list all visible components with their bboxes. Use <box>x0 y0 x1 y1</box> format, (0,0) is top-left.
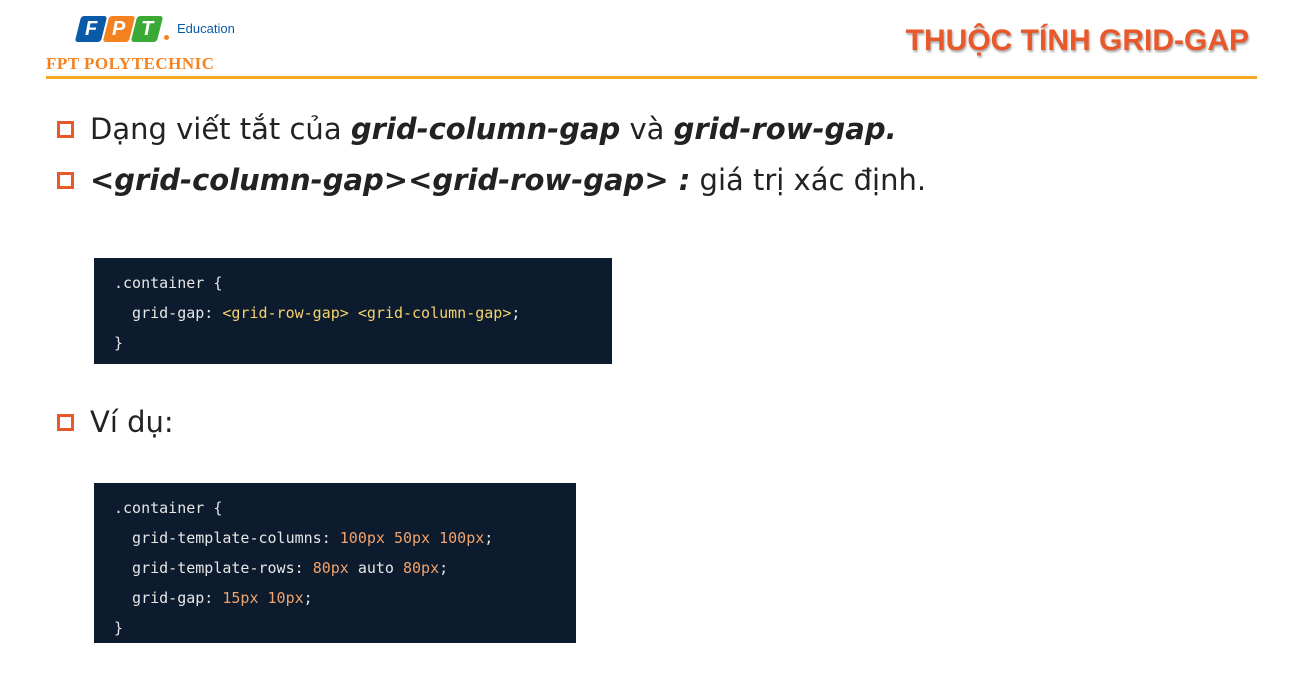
logo-dot <box>164 35 169 40</box>
bullet-shorthand: Dạng viết tắt của grid-column-gap và gri… <box>57 112 897 146</box>
fpt-letter-tiles: F P T Education <box>74 16 235 42</box>
code-line: grid-template-rows: 80px auto 80px; <box>114 559 449 577</box>
logo-tile-t: T <box>130 16 164 42</box>
code-line: } <box>114 334 124 352</box>
bullet-example: Ví dụ: <box>57 405 174 439</box>
code-line: grid-template-columns: 100px 50px 100px; <box>114 529 494 547</box>
logo-tile-f: F <box>74 16 108 42</box>
code-line: } <box>114 619 124 637</box>
bullet-text: Dạng viết tắt của grid-column-gap và gri… <box>90 112 897 146</box>
logo-education-text: Education <box>177 21 235 36</box>
code-line: grid-gap: 15px 10px; <box>114 589 313 607</box>
checkbox-bullet-icon <box>57 171 74 189</box>
fpt-logo: F P T Education FPT POLYTECHNIC <box>46 12 286 74</box>
checkbox-bullet-icon <box>57 413 74 431</box>
logo-polytechnic-text: FPT POLYTECHNIC <box>46 54 215 73</box>
bullet-syntax: <grid-column-gap><grid-row-gap> : giá tr… <box>57 163 926 197</box>
bullet-text: Ví dụ: <box>90 405 174 439</box>
logo-tile-p: P <box>102 16 136 42</box>
code-block-syntax: .container { grid-gap: <grid-row-gap> <g… <box>94 258 612 364</box>
code-line: grid-gap: <grid-row-gap> <grid-column-ga… <box>114 304 521 322</box>
checkbox-bullet-icon <box>57 120 74 138</box>
code-line: .container { <box>114 499 223 517</box>
bullet-text: <grid-column-gap><grid-row-gap> : giá tr… <box>90 163 927 197</box>
header-divider <box>46 76 1257 79</box>
slide-title: THUỘC TÍNH GRID-GAP <box>905 24 1249 57</box>
code-block-example: .container { grid-template-columns: 100p… <box>94 483 576 643</box>
code-line: .container { <box>114 274 223 292</box>
